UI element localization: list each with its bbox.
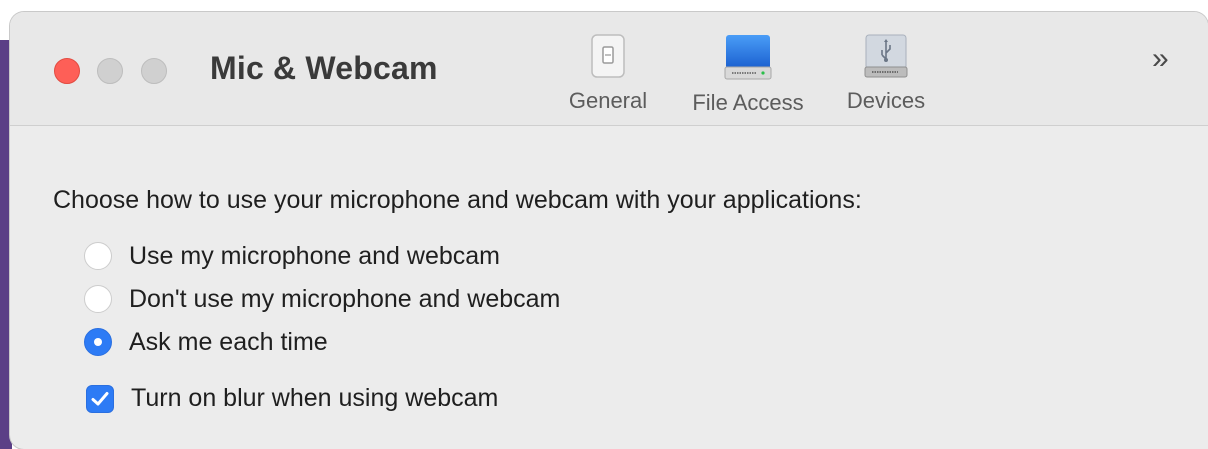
radio-option-dont-use[interactable]: Don't use my microphone and webcam [84, 284, 560, 314]
checkmark-icon [91, 391, 109, 405]
radio-option-use[interactable]: Use my microphone and webcam [84, 241, 500, 271]
window-title: Mic & Webcam [210, 50, 438, 86]
preferences-window: Mic & Webcam General File Access Devices… [10, 12, 1208, 449]
zoom-window-button[interactable] [141, 58, 167, 84]
switch-icon [591, 34, 625, 78]
toolbar-item-label: Devices [846, 88, 926, 113]
desktop-background-top [0, 0, 1208, 12]
radio-label[interactable]: Ask me each time [129, 328, 328, 357]
double-chevron-right-icon: » [1152, 42, 1169, 75]
checkbox-label[interactable]: Turn on blur when using webcam [131, 384, 498, 413]
toolbar-item-devices[interactable]: Devices [840, 34, 932, 114]
radio-label[interactable]: Use my microphone and webcam [129, 242, 500, 271]
section-prompt: Choose how to use your microphone and we… [53, 186, 862, 214]
toolbar-item-file-access[interactable]: File Access [682, 34, 814, 116]
toolbar-item-label: File Access [692, 90, 804, 115]
hard-drive-icon [724, 35, 772, 80]
usb-drive-icon [864, 34, 908, 78]
radio-label[interactable]: Don't use my microphone and webcam [129, 285, 560, 314]
radio-button-selected[interactable] [84, 328, 112, 356]
radio-option-ask[interactable]: Ask me each time [84, 327, 328, 357]
toolbar-item-label: General [568, 88, 648, 113]
close-window-button[interactable] [54, 58, 80, 84]
toolbar-item-general[interactable]: General [563, 34, 653, 114]
minimize-window-button[interactable] [97, 58, 123, 84]
settings-panel: Choose how to use your microphone and we… [10, 126, 1208, 449]
radio-button[interactable] [84, 285, 112, 313]
titlebar: Mic & Webcam General File Access Devices… [10, 12, 1208, 126]
blur-checkbox-row[interactable]: Turn on blur when using webcam [86, 384, 498, 413]
toolbar-overflow-button[interactable]: » [1152, 44, 1169, 74]
radio-button[interactable] [84, 242, 112, 270]
blur-checkbox[interactable] [86, 384, 114, 413]
